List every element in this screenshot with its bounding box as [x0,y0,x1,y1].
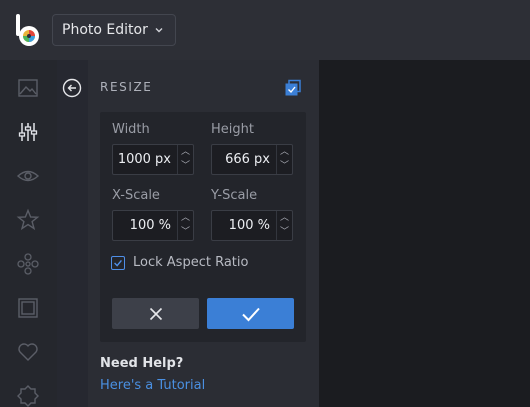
decrement-icon[interactable]: ﹀ [178,225,193,239]
yscale-input[interactable]: 100 % ︿ ﹀ [211,210,293,241]
app-title: Photo Editor [62,22,148,38]
logo-icon [16,14,39,46]
tool-sidebar [0,60,57,407]
panel-title: RESIZE [100,80,153,94]
copy-icon[interactable] [284,79,302,97]
height-unit: px [254,152,270,167]
xscale-label: X-Scale [112,188,160,203]
xscale-input[interactable]: 100 % ︿ ﹀ [112,210,194,241]
decrement-icon[interactable]: ﹀ [277,225,292,239]
sliders-icon[interactable] [16,120,40,144]
xscale-unit: % [158,218,171,233]
height-input[interactable]: 666 px ︿ ﹀ [211,144,293,175]
heart-icon[interactable] [16,340,40,364]
yscale-label: Y-Scale [211,188,258,203]
xscale-stepper[interactable]: ︿ ﹀ [177,211,193,240]
star-icon[interactable] [16,208,40,232]
resize-panel: RESIZE Width Height 1000 px ︿ ﹀ 666 px ︿… [57,60,319,407]
yscale-value: 100 [228,218,254,233]
editor-canvas[interactable] [319,60,530,407]
height-stepper[interactable]: ︿ ﹀ [276,145,292,174]
decrement-icon[interactable]: ﹀ [178,159,193,173]
back-arrow-icon[interactable] [62,78,82,98]
width-value: 1000 [117,152,151,167]
width-label: Width [112,122,150,137]
apply-button[interactable] [207,298,294,329]
help-title: Need Help? [100,356,184,371]
xscale-value: 100 [129,218,155,233]
increment-icon[interactable]: ︿ [178,211,193,225]
top-bar: Photo Editor [0,0,530,60]
check-icon [241,307,260,321]
image-icon[interactable] [16,76,40,100]
increment-icon[interactable]: ︿ [277,211,292,225]
yscale-stepper[interactable]: ︿ ﹀ [276,211,292,240]
height-value: 666 [225,152,250,167]
cancel-button[interactable] [112,298,199,329]
panel-strip [57,60,88,407]
height-label: Height [211,122,254,137]
chevron-down-icon [155,28,163,33]
lock-aspect-checkbox[interactable] [111,256,125,270]
yscale-unit: % [257,218,270,233]
decrement-icon[interactable]: ﹀ [277,159,292,173]
width-unit: px [155,152,171,167]
tutorial-link[interactable]: Here's a Tutorial [100,378,205,393]
badge-icon[interactable] [16,384,40,407]
width-stepper[interactable]: ︿ ﹀ [177,145,193,174]
frame-icon[interactable] [16,296,40,320]
width-input[interactable]: 1000 px ︿ ﹀ [112,144,194,175]
increment-icon[interactable]: ︿ [178,145,193,159]
eye-icon[interactable] [16,164,40,188]
increment-icon[interactable]: ︿ [277,145,292,159]
app-menu-dropdown[interactable]: Photo Editor [52,14,176,46]
flower-icon[interactable] [16,252,40,276]
lock-aspect-label[interactable]: Lock Aspect Ratio [133,255,248,270]
close-icon [149,307,162,320]
